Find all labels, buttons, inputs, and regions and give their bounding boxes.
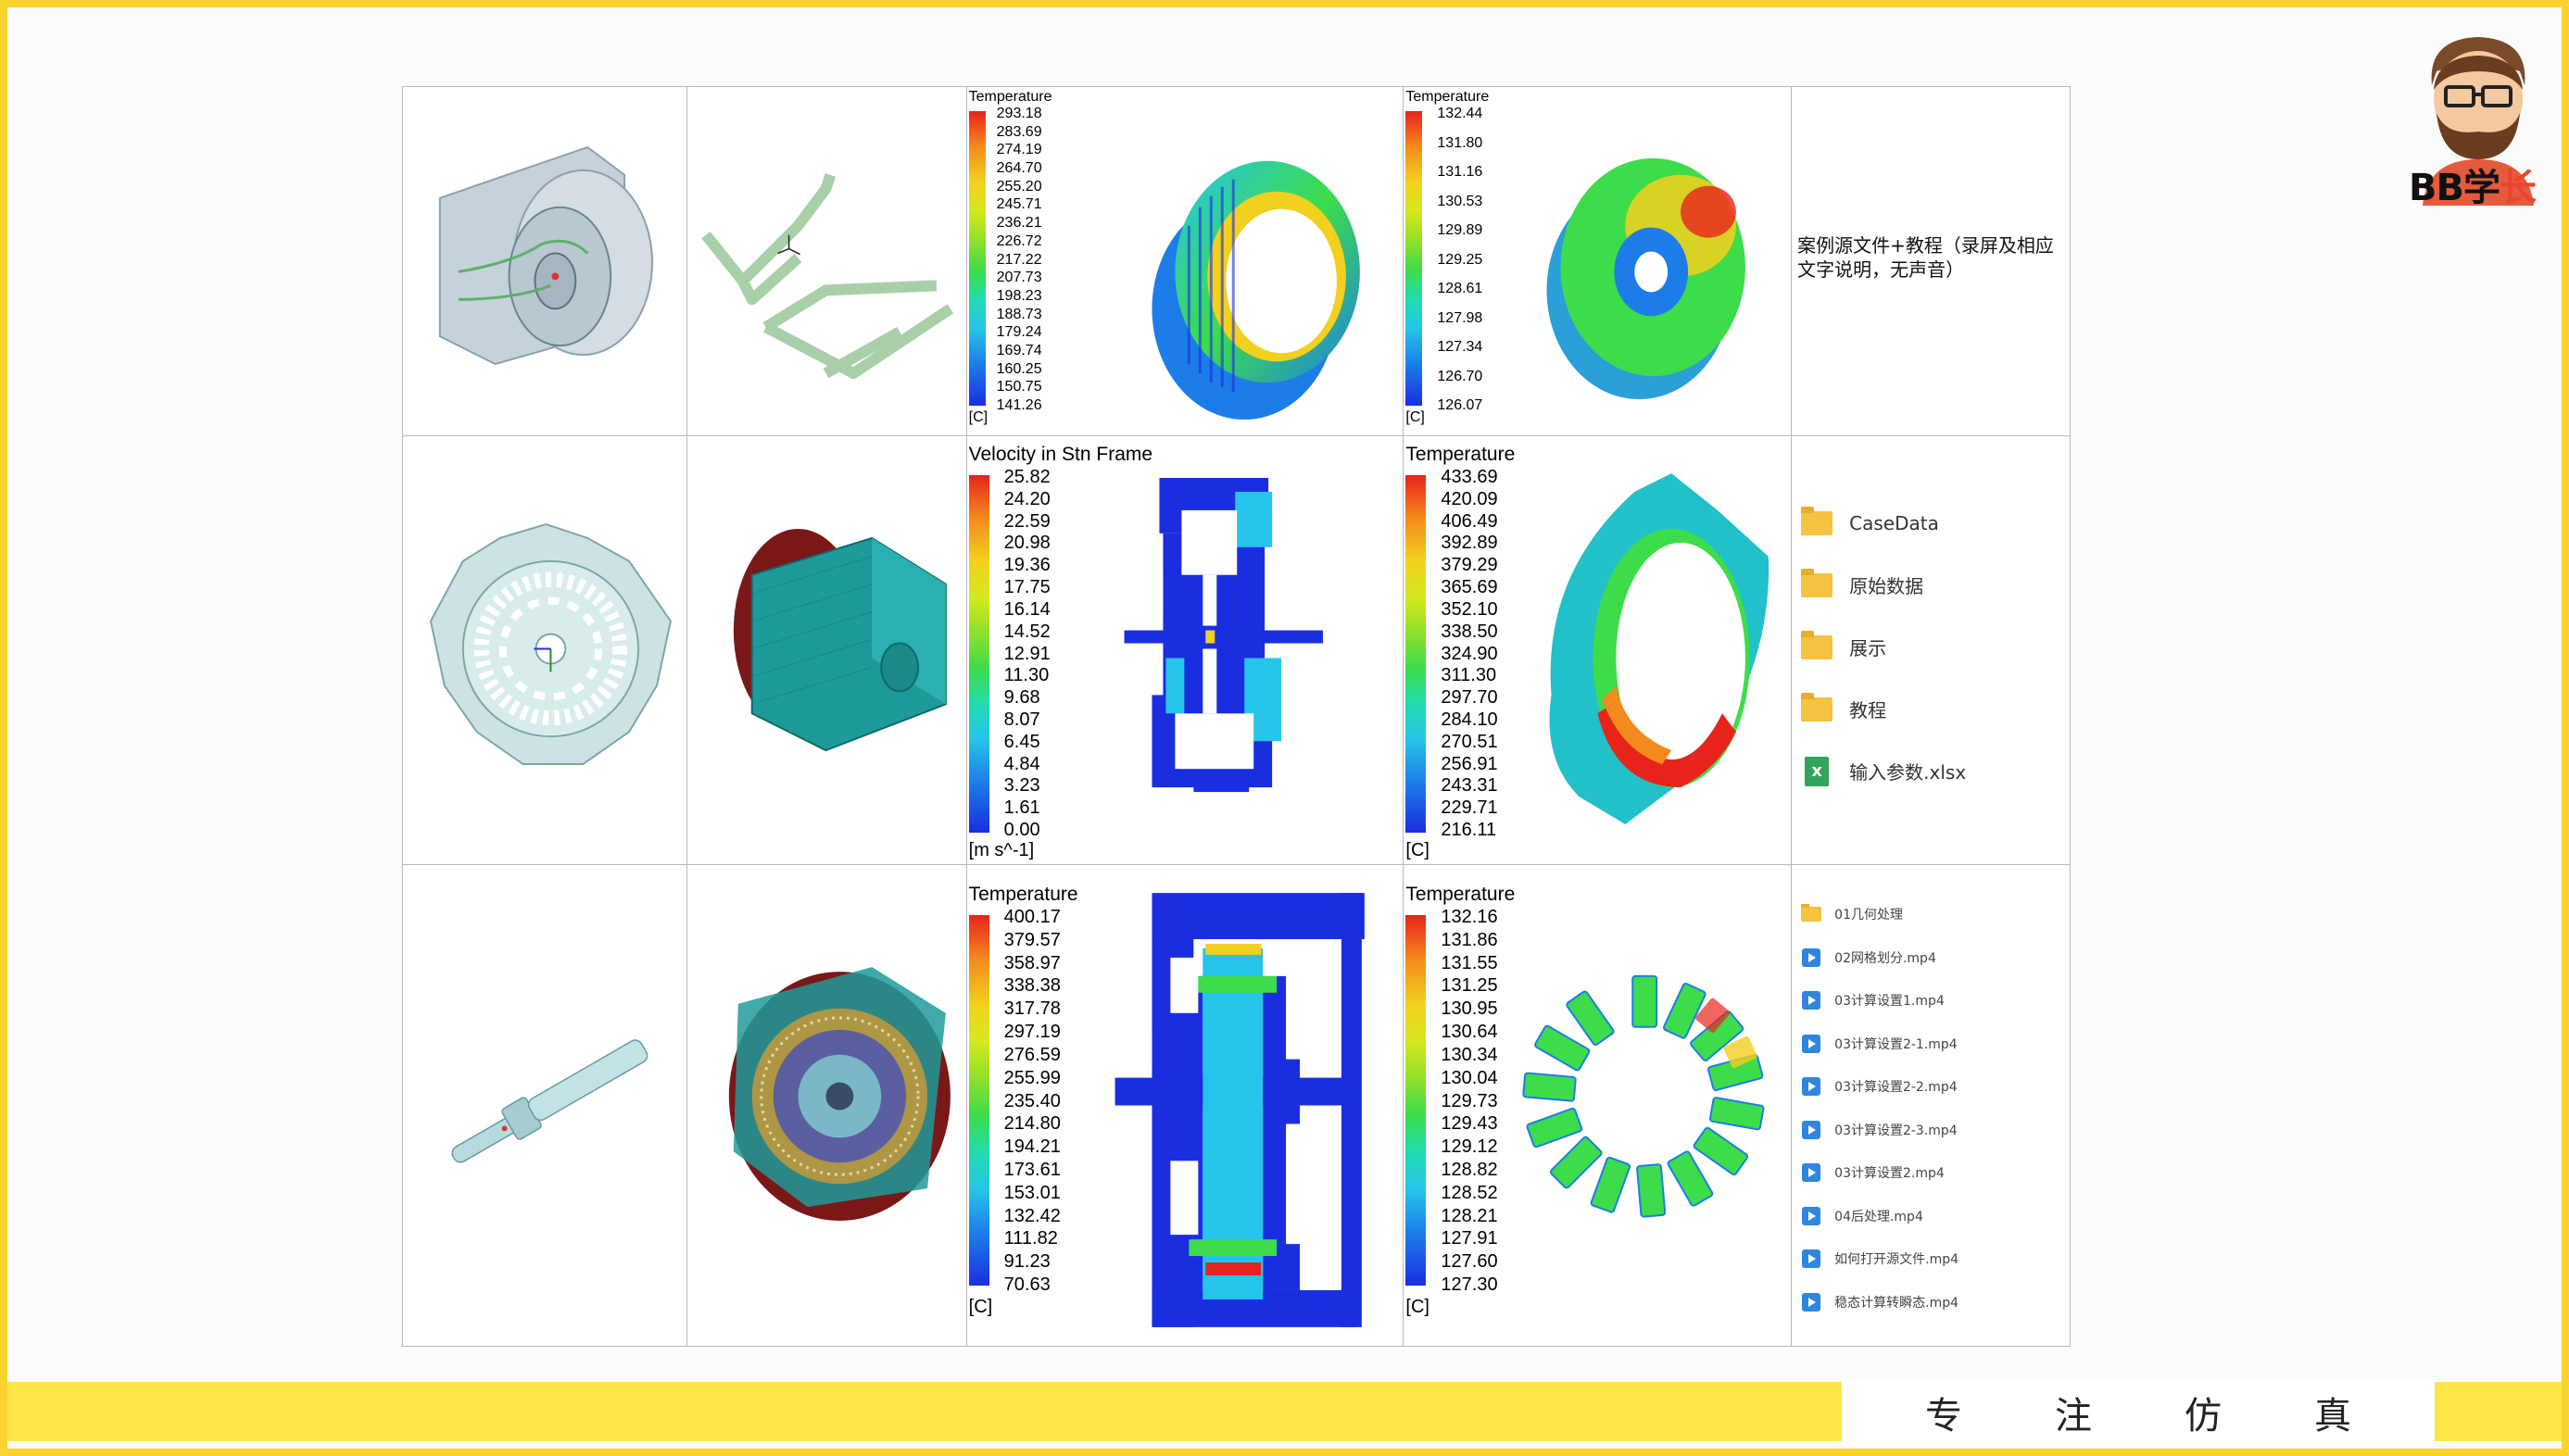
rotor-temperature-contour — [1546, 157, 1746, 400]
brand-logo-text: BB学长 — [2409, 167, 2537, 209]
file-list: CaseData 原始数据展示教程 x 输入参数.xlsx — [1801, 492, 2070, 802]
file-item[interactable]: 稳态计算转瞬态.mp4 — [1801, 1281, 2070, 1324]
file-item[interactable]: x 输入参数.xlsx — [1801, 740, 2070, 802]
cell-cooling-pipe — [686, 86, 967, 436]
cell-mesh-housing — [686, 435, 967, 865]
case-gallery-grid: Temperature 293.18 283.69 274.19 264.70 255.… — [402, 86, 2071, 1347]
video-file-icon — [1802, 1077, 1821, 1097]
file-name: 原始数据 — [1849, 575, 1924, 597]
file-item[interactable]: 03计算设置2-3.mp4 — [1801, 1109, 2070, 1152]
cell-rotor-temperature: Temperature 132.44 131.80 131.16 130.53 129.… — [1403, 86, 1793, 436]
file-item[interactable]: 02网格划分.mp4 — [1801, 936, 2070, 980]
cell-shaft — [402, 864, 687, 1347]
file-name: 如何打开源文件.mp4 — [1834, 1252, 1959, 1268]
slogan-char: 注 — [2055, 1395, 2092, 1437]
file-name: 04后处理.mp4 — [1834, 1209, 1923, 1224]
file-name: 03计算设置1.mp4 — [1834, 994, 1945, 1010]
cell-magnet-temperature: Temperature 132.16 131.86 131.55 131.25 130.… — [1403, 864, 1793, 1347]
file-list: 01几何处理 02网格划分.mp4 03计算设置1.mp4 03计算设置2-1.mp4… — [1801, 893, 2070, 1324]
cell-stator-temperature: Temperature 293.18 283.69 274.19 264.70 255.… — [965, 86, 1404, 436]
file-name: 02网格划分.mp4 — [1834, 950, 1936, 966]
file-item[interactable]: CaseData — [1801, 492, 2070, 554]
slogan-char: 真 — [2314, 1395, 2351, 1437]
file-name: 03计算设置2-3.mp4 — [1834, 1123, 1958, 1138]
shaft-model-icon — [451, 1039, 649, 1163]
file-name: 01几何处理 — [1834, 908, 1903, 923]
folder-icon — [1801, 904, 1822, 923]
file-item[interactable]: 03计算设置2.mp4 — [1801, 1151, 2070, 1195]
cell-housing-temperature: Temperature 433.69 420.09 406.49 392.89 379.… — [1403, 435, 1793, 865]
video-file-icon — [1802, 1163, 1821, 1183]
file-item[interactable]: 03计算设置2-1.mp4 — [1801, 1023, 2070, 1066]
folder-icon — [1801, 506, 1833, 535]
file-item[interactable]: 展示 — [1801, 616, 2070, 678]
video-file-icon — [1802, 948, 1821, 967]
folder-icon — [1801, 692, 1833, 722]
folder-icon — [1801, 568, 1833, 597]
cooling-pipe-model-icon — [701, 172, 954, 380]
case-description-text: 案例源文件+教程（录屏及相应文字说明，无声音） — [1797, 234, 2054, 281]
video-file-icon — [1802, 1249, 1821, 1269]
file-item[interactable]: 教程 — [1801, 678, 2070, 740]
file-item[interactable]: 原始数据 — [1801, 554, 2070, 616]
cell-temperature-section: Temperature 400.17 379.57 358.97 338.38 317.… — [965, 864, 1404, 1347]
file-item[interactable]: 01几何处理 — [1801, 893, 2070, 936]
video-file-icon — [1802, 1206, 1821, 1225]
cell-file-list-2: 01几何处理 02网格划分.mp4 03计算设置1.mp4 03计算设置2-1.mp4… — [1791, 864, 2071, 1347]
slogan-char: 仿 — [2185, 1395, 2222, 1437]
housing-temperature-contour — [1549, 473, 1769, 824]
file-name: CaseData — [1849, 511, 1939, 534]
footer-slogan: 专 注 仿 真 — [1842, 1378, 2435, 1447]
section-temperature-contour — [1114, 893, 1365, 1327]
video-file-icon — [1802, 1292, 1821, 1312]
cell-mesh-section — [686, 864, 967, 1347]
stator-lamination-model-icon — [429, 522, 672, 766]
motor-assembly-model-icon — [438, 145, 653, 366]
video-file-icon — [1802, 991, 1821, 1010]
file-item[interactable]: 如何打开源文件.mp4 — [1801, 1237, 2070, 1281]
stator-temperature-contour — [1152, 160, 1360, 420]
file-name: 输入参数.xlsx — [1849, 761, 1967, 784]
section-mesh-model-icon — [728, 967, 951, 1222]
video-file-icon — [1802, 1120, 1821, 1139]
cell-file-list-1: CaseData 原始数据展示教程 x 输入参数.xlsx — [1791, 435, 2071, 865]
excel-file-icon: x — [1805, 756, 1830, 786]
file-name: 03计算设置2-2.mp4 — [1834, 1080, 1958, 1096]
velocity-field-contour — [1124, 478, 1323, 793]
video-file-icon — [1802, 1034, 1821, 1053]
magnet-temperature-contour — [1522, 974, 1766, 1218]
cell-description: 案例源文件+教程（录屏及相应文字说明，无声音） — [1791, 86, 2071, 436]
file-name: 教程 — [1849, 699, 1887, 722]
cell-motor-assembly — [402, 86, 687, 436]
file-name: 03计算设置2.mp4 — [1834, 1166, 1945, 1182]
folder-icon — [1801, 630, 1833, 659]
file-item[interactable]: 03计算设置2-2.mp4 — [1801, 1065, 2070, 1109]
file-name: 稳态计算转瞬态.mp4 — [1834, 1295, 1959, 1311]
cell-stator-lamination — [402, 435, 687, 865]
file-name: 03计算设置2-1.mp4 — [1834, 1036, 1958, 1052]
file-name: 展示 — [1849, 637, 1887, 659]
file-item[interactable]: 04后处理.mp4 — [1801, 1195, 2070, 1238]
file-item[interactable]: 03计算设置1.mp4 — [1801, 979, 2070, 1023]
cell-velocity-contour: Velocity in Stn Frame 25.82 24.20 22.59 20.… — [965, 435, 1404, 865]
slogan-char: 专 — [1925, 1395, 1962, 1437]
housing-mesh-model-icon — [733, 529, 947, 752]
